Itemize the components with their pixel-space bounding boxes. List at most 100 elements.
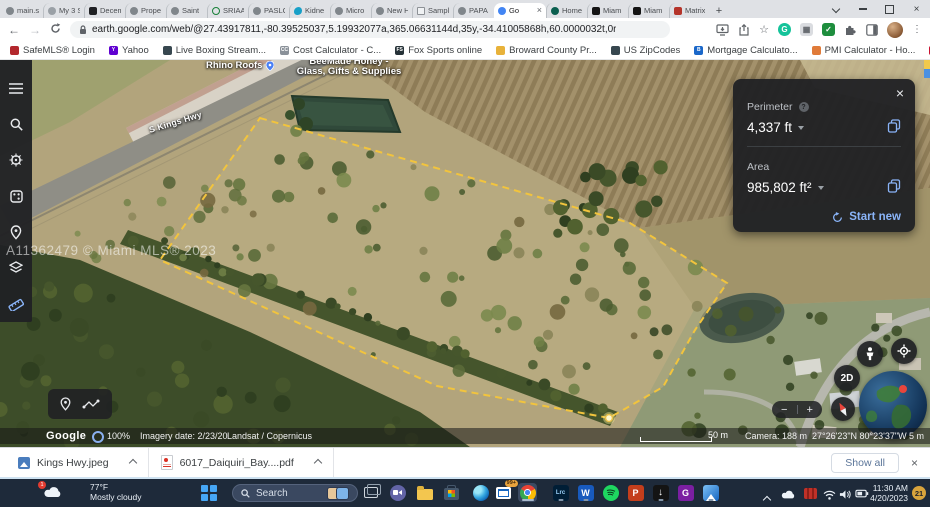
browser-tab[interactable]: SRIAA [207, 3, 248, 18]
chevron-down-icon[interactable] [818, 186, 824, 190]
feeling-lucky-icon[interactable] [0, 178, 32, 214]
browser-tab[interactable]: My 3 S [43, 3, 84, 18]
browser-tab[interactable]: New H [371, 3, 412, 18]
map-place-label[interactable]: Rhino Roofs [206, 60, 274, 71]
draw-path-icon[interactable] [82, 398, 100, 410]
browser-tab[interactable]: main.s [2, 3, 43, 18]
window-close-button[interactable]: × [903, 0, 930, 18]
help-icon[interactable]: ? [799, 102, 809, 112]
browser-tab[interactable]: Decem [84, 3, 125, 18]
browser-tab[interactable]: Sampl [412, 3, 453, 18]
edge-taskbar-icon[interactable] [471, 483, 490, 502]
bookmark-item[interactable]: CCCost Calculator - C... [280, 45, 381, 56]
tilt-indicator-icon[interactable] [92, 431, 104, 443]
browser-tab[interactable]: Micro [330, 3, 371, 18]
notification-count-badge[interactable]: 21 [912, 486, 926, 500]
tab-close-icon[interactable]: × [537, 6, 542, 15]
file-explorer-taskbar-icon[interactable] [415, 483, 434, 502]
taskbar-search[interactable]: Search [232, 484, 358, 502]
bookmark-item[interactable]: Live Boxing Stream... [163, 45, 266, 56]
volume-icon[interactable] [839, 487, 851, 505]
bookmark-item[interactable]: Broward County Pr... [496, 45, 597, 56]
google-earth-viewport[interactable]: Rhino Roofs BeeMade Honey - Glass, Gifts… [0, 60, 930, 447]
my-location-button[interactable] [891, 338, 917, 364]
window-maximize-button[interactable] [876, 0, 903, 18]
grammarly-extension-icon[interactable]: G [778, 23, 791, 36]
downloads-app-taskbar-icon[interactable]: ↓ [651, 483, 670, 502]
browser-tab[interactable]: Prope [125, 3, 166, 18]
powerpoint-taskbar-icon[interactable]: P [626, 483, 645, 502]
address-bar[interactable]: earth.google.com/web/@27.43917811,-80.39… [70, 21, 670, 38]
extensions-puzzle-icon[interactable] [844, 23, 857, 36]
pegman-button[interactable] [857, 341, 883, 367]
window-minimize-button[interactable] [849, 0, 876, 18]
browser-tab[interactable]: Miam [587, 3, 628, 18]
measure-icon[interactable] [0, 286, 32, 322]
download-menu-chevron[interactable] [128, 458, 136, 466]
onedrive-icon[interactable] [780, 487, 797, 505]
tray-expand-chevron[interactable] [764, 490, 770, 508]
zoom-out-button[interactable]: − [781, 404, 787, 416]
show-all-downloads-button[interactable]: Show all [831, 453, 899, 473]
close-downloads-icon[interactable]: × [911, 456, 918, 470]
forward-button[interactable]: → [29, 24, 41, 36]
search-highlights[interactable] [327, 487, 349, 500]
menu-icon[interactable] [0, 70, 32, 106]
chrome-taskbar-icon[interactable] [518, 483, 537, 502]
side-panel-icon[interactable] [866, 24, 878, 36]
browser-tab[interactable]: Home [546, 3, 587, 18]
bookmark-item[interactable]: YYahoo [109, 45, 149, 56]
reload-button[interactable] [50, 23, 61, 36]
bookmark-star-icon[interactable]: ☆ [759, 23, 769, 36]
download-menu-chevron[interactable] [314, 458, 322, 466]
quik-taskbar-icon[interactable]: G [676, 483, 695, 502]
browser-tab[interactable]: Saint [166, 3, 207, 18]
photos-taskbar-icon[interactable] [701, 483, 720, 502]
menu-dots-icon[interactable]: ⋮ [912, 24, 922, 35]
copy-icon[interactable] [887, 179, 901, 196]
measure-endpoint-handle[interactable] [606, 415, 613, 422]
extension-icon[interactable]: ▦ [800, 23, 813, 36]
download-item[interactable]: Kings Hwy.jpeg [6, 448, 148, 477]
word-taskbar-icon[interactable]: W [576, 483, 595, 502]
task-view-taskbar-icon[interactable] [361, 483, 380, 502]
voyager-icon[interactable] [0, 142, 32, 178]
share-icon[interactable] [738, 24, 750, 36]
zoom-in-button[interactable]: + [807, 404, 813, 416]
browser-tab[interactable]: Go× [494, 3, 546, 18]
mail-taskbar-icon[interactable]: 99+ [494, 483, 513, 502]
store-taskbar-icon[interactable] [442, 483, 461, 502]
download-item[interactable]: 6017_Daiquiri_Bay....pdf [149, 448, 333, 477]
battery-icon[interactable] [855, 487, 869, 505]
close-icon[interactable]: × [896, 86, 904, 100]
back-button[interactable]: ← [8, 24, 20, 36]
lightroom-taskbar-icon[interactable]: Lrc [551, 483, 570, 502]
bookmark-item[interactable]: FSFox Sports online [395, 45, 482, 56]
weather-text[interactable]: 77°F Mostly cloudy [90, 483, 142, 502]
profile-avatar[interactable] [887, 22, 903, 38]
chevron-down-icon[interactable] [798, 126, 804, 130]
install-app-icon[interactable] [716, 24, 729, 36]
browser-tab[interactable]: Miam [628, 3, 669, 18]
copy-icon[interactable] [887, 119, 901, 136]
add-placemark-icon[interactable] [60, 397, 71, 411]
browser-tab[interactable]: Matrix [669, 3, 710, 18]
bookmark-item[interactable]: US ZipCodes [611, 45, 681, 56]
compass-button[interactable] [831, 397, 855, 421]
browser-tab[interactable]: PASLC [248, 3, 289, 18]
start-button[interactable] [201, 485, 217, 501]
tab-search-chevron-icon[interactable] [822, 0, 849, 18]
bookmark-item[interactable]: SafeMLS® Login [10, 45, 95, 56]
teams-taskbar-icon[interactable] [388, 483, 407, 502]
wifi-icon[interactable] [823, 487, 836, 505]
check-extension-icon[interactable]: ✓ [822, 23, 835, 36]
spotify-taskbar-icon[interactable] [601, 483, 620, 502]
bookmark-item[interactable]: PMI Calculator - Ho... [812, 45, 916, 56]
search-icon[interactable] [0, 106, 32, 142]
map-place-label[interactable]: BeeMade Honey - Glass, Gifts & Supplies [292, 60, 406, 77]
2d-view-button[interactable]: 2D [834, 365, 860, 391]
taskbar-clock[interactable]: 11:30 AM 4/20/2023 [870, 484, 908, 503]
tray-app-icon[interactable] [804, 488, 817, 499]
browser-tab[interactable]: Kidne [289, 3, 330, 18]
start-new-button[interactable]: Start new [832, 211, 901, 223]
